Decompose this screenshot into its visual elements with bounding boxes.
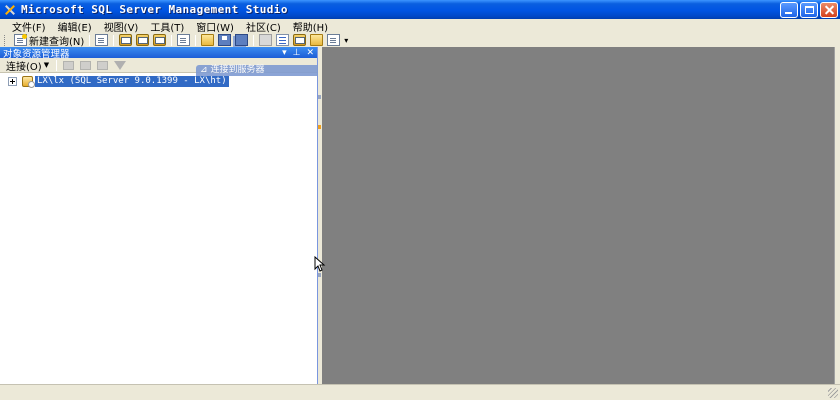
object-explorer-icon[interactable]	[276, 34, 290, 46]
connect-arrow-icon: ⊿	[200, 65, 208, 75]
refresh-icon[interactable]	[97, 60, 109, 70]
menu-tools[interactable]: 工具(T)	[144, 19, 190, 34]
menu-file[interactable]: 文件(F)	[6, 19, 52, 34]
title-bar[interactable]: Microsoft SQL Server Management Studio	[0, 0, 840, 19]
toolbar-separator	[195, 34, 197, 46]
toolbar-separator	[89, 34, 91, 46]
object-explorer-panel: 对象资源管理器 ▾ ⊥ ✕ 连接(O) ▼ LX\lx (SQL Server …	[0, 47, 318, 384]
window-title: Microsoft SQL Server Management Studio	[21, 3, 288, 16]
panel-close-icon[interactable]: ✕	[306, 48, 314, 58]
tree-node-server[interactable]: LX\lx (SQL Server 9.0.1399 - LX\ht)	[0, 75, 317, 88]
expand-icon[interactable]	[8, 76, 17, 86]
connect-to-server-tab[interactable]: ⊿ 连接到服务器	[196, 65, 318, 76]
toolbar-separator	[171, 34, 173, 46]
template-explorer-icon[interactable]	[293, 34, 307, 46]
object-explorer-header[interactable]: 对象资源管理器 ▾ ⊥ ✕	[0, 47, 317, 60]
resize-grip-icon[interactable]	[828, 388, 838, 398]
minimize-icon	[785, 12, 792, 14]
standard-toolbar: 新建查询(N) ▾	[0, 33, 840, 48]
toolbar-separator	[113, 34, 115, 46]
ssms-app-icon[interactable]	[3, 3, 17, 17]
connect-hint-label: 连接到服务器	[210, 65, 265, 75]
toolbar-overflow-icon[interactable]: ▾	[344, 36, 348, 45]
save-all-icon[interactable]	[235, 34, 249, 46]
menu-view[interactable]: 视图(V)	[98, 19, 145, 34]
close-button[interactable]	[820, 2, 838, 18]
stop-icon[interactable]	[80, 60, 92, 70]
menu-community[interactable]: 社区(C)	[240, 19, 287, 34]
save-icon[interactable]	[218, 34, 232, 46]
filter-icon[interactable]	[114, 60, 127, 70]
object-explorer-title: 对象资源管理器	[3, 48, 70, 60]
connect-dropdown-icon[interactable]: ▼	[44, 61, 49, 69]
maximize-button[interactable]	[800, 2, 818, 18]
status-bar	[0, 384, 840, 400]
document-icon[interactable]	[95, 34, 109, 46]
server-node-label[interactable]: LX\lx (SQL Server 9.0.1399 - LX\ht)	[35, 75, 229, 87]
properties-icon[interactable]	[310, 34, 324, 46]
splitter-mark	[318, 273, 321, 277]
menu-help[interactable]: 帮助(H)	[287, 19, 334, 34]
connect-button[interactable]: 连接(O)	[6, 58, 42, 73]
menu-window[interactable]: 窗口(W)	[190, 19, 240, 34]
template-icon[interactable]	[177, 34, 191, 46]
minimize-button[interactable]	[780, 2, 798, 18]
splitter-mark	[318, 125, 321, 129]
splitter-mark	[318, 95, 321, 99]
open-file-icon[interactable]	[201, 34, 215, 46]
menu-edit[interactable]: 编辑(E)	[52, 19, 98, 34]
toolbox-icon[interactable]	[327, 34, 341, 46]
document-workspace[interactable]	[322, 47, 834, 384]
registered-servers-icon[interactable]	[259, 34, 273, 46]
toolbar-grip[interactable]	[4, 34, 7, 46]
pin-icon[interactable]: ⊥	[293, 48, 301, 58]
toolbar-separator	[56, 59, 58, 71]
disconnect-icon[interactable]	[63, 60, 75, 70]
server-icon	[22, 75, 35, 88]
new-query-icon	[14, 34, 27, 46]
mdx-query-icon[interactable]	[153, 34, 167, 46]
database-engine-query-icon[interactable]	[119, 34, 133, 46]
panel-dropdown-icon[interactable]: ▾	[282, 48, 287, 58]
toolbar-separator	[253, 34, 255, 46]
menu-bar: 文件(F) 编辑(E) 视图(V) 工具(T) 窗口(W) 社区(C) 帮助(H…	[0, 19, 840, 34]
analysis-query-icon[interactable]	[136, 34, 150, 46]
right-dock-edge	[834, 47, 840, 384]
maximize-icon	[805, 6, 814, 14]
